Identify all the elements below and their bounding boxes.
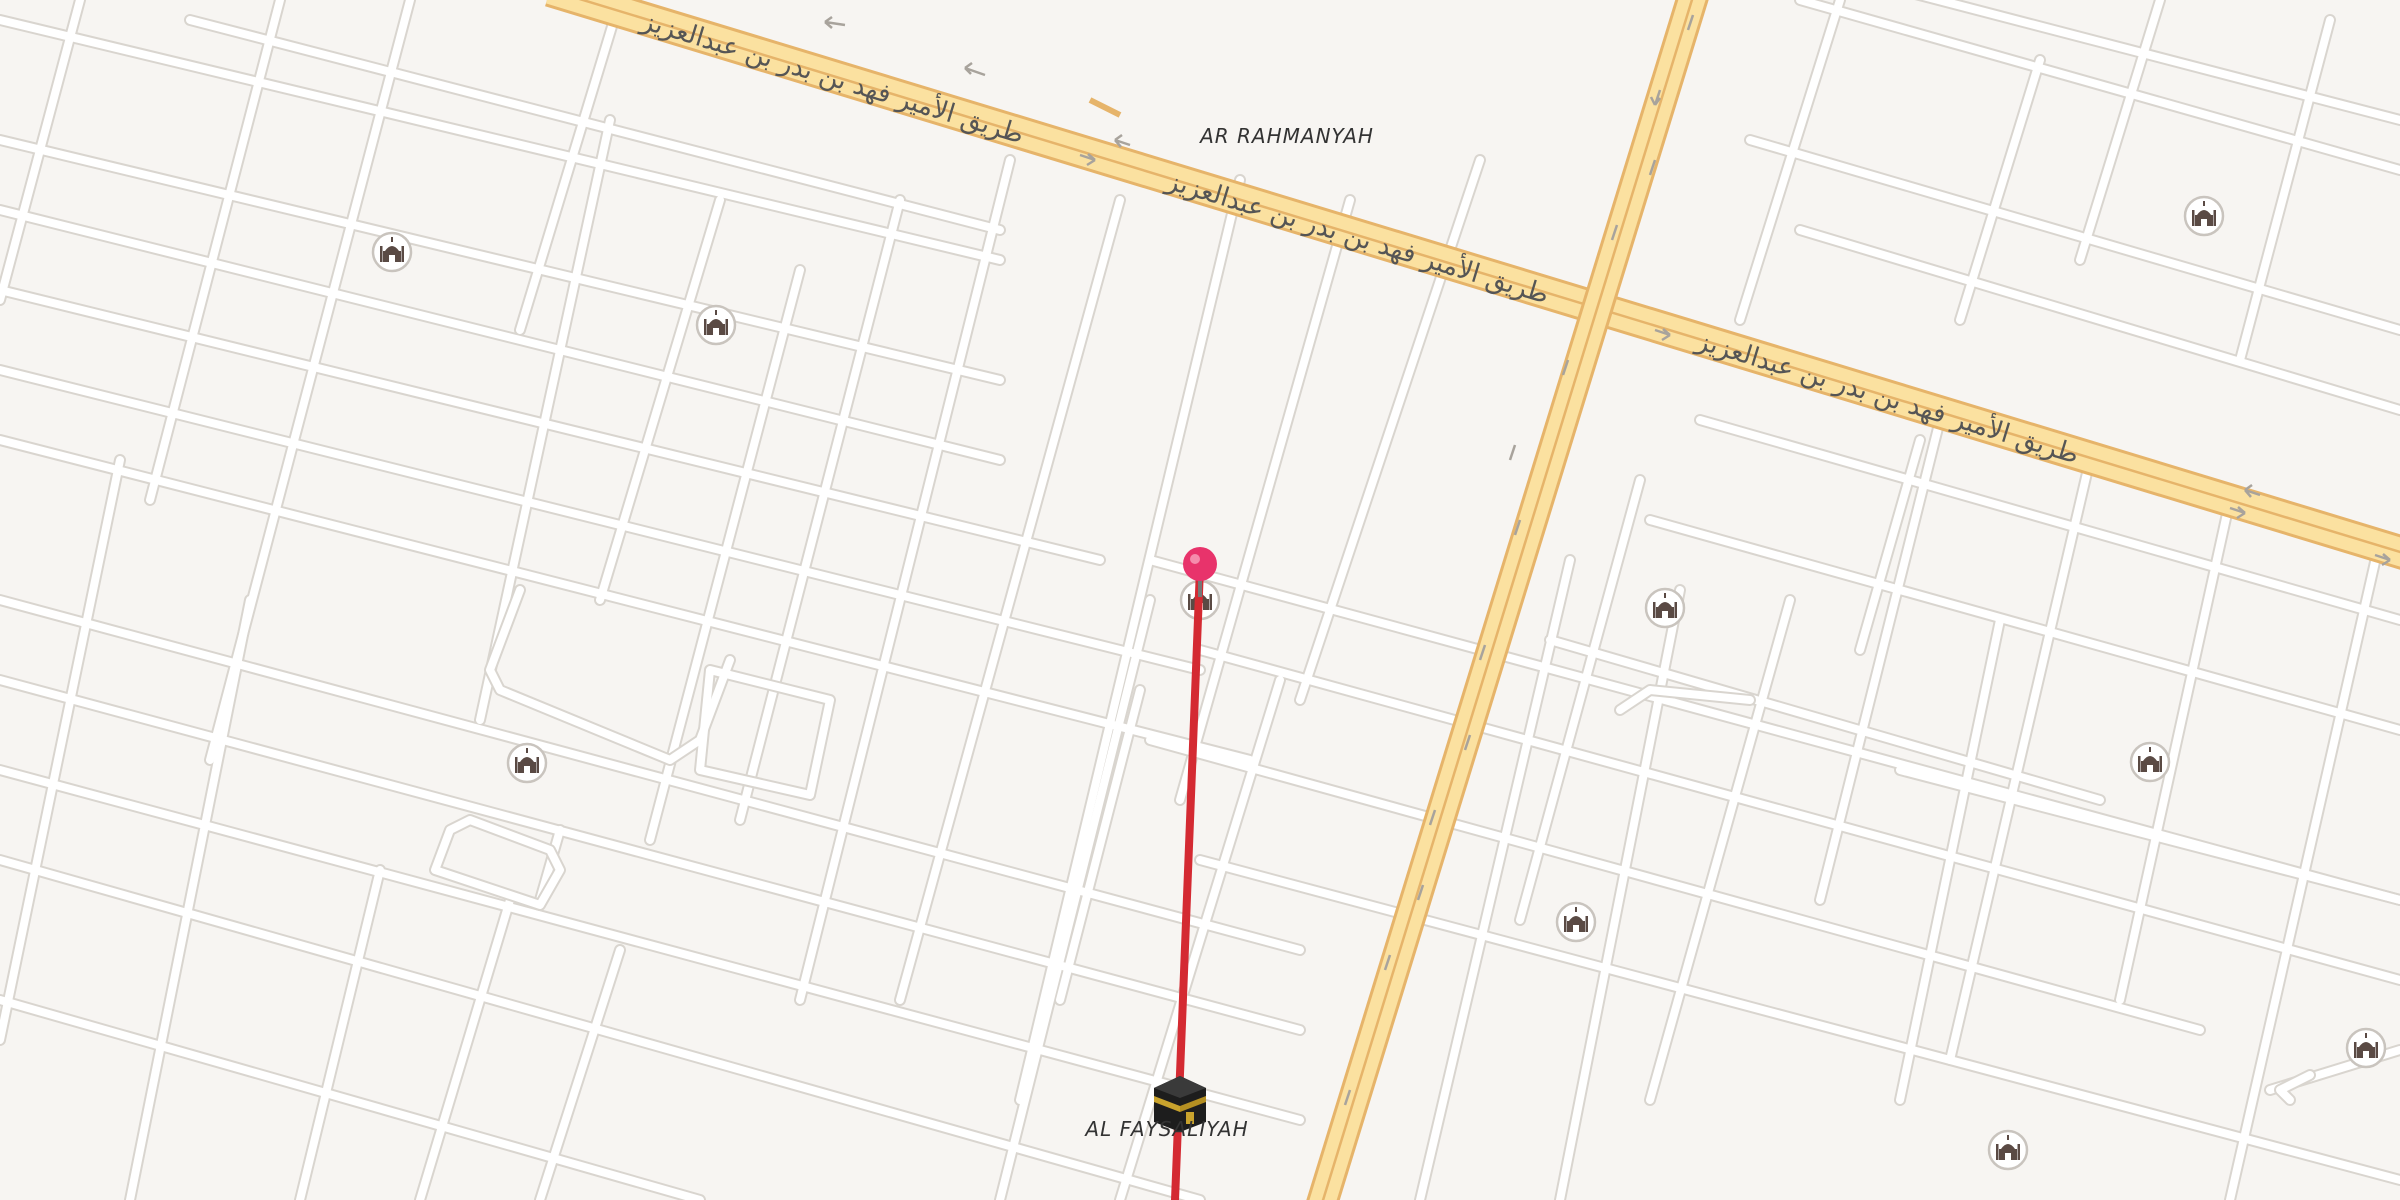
mosque-icon[interactable] bbox=[695, 304, 737, 346]
district-label-north: AR RAHMANYAH bbox=[1198, 124, 1374, 148]
mosque-icon[interactable] bbox=[371, 231, 413, 273]
highway-label-3: طريق الأمير فهد بن بدر بن عبدالعزيز bbox=[1691, 323, 2083, 471]
district-label-south: AL FAYSALIYAH bbox=[1083, 1117, 1248, 1141]
mosque-icon[interactable] bbox=[1555, 901, 1597, 943]
map-view[interactable]: طريق الأمير فهد بن بدر بن عبدالعزيز طريق… bbox=[0, 0, 2400, 1200]
map-canvas[interactable]: طريق الأمير فهد بن بدر بن عبدالعزيز طريق… bbox=[0, 0, 2400, 1200]
mosque-icon[interactable] bbox=[2129, 741, 2171, 783]
mosque-icon[interactable] bbox=[2183, 195, 2225, 237]
mosque-icon[interactable] bbox=[2345, 1027, 2387, 1069]
mosque-icon[interactable] bbox=[1987, 1129, 2029, 1171]
highway-label-1: طريق الأمير فهد بن بدر بن عبدالعزيز bbox=[636, 3, 1028, 151]
mosque-icon[interactable] bbox=[1644, 587, 1686, 629]
mosque-icon[interactable] bbox=[506, 742, 548, 784]
